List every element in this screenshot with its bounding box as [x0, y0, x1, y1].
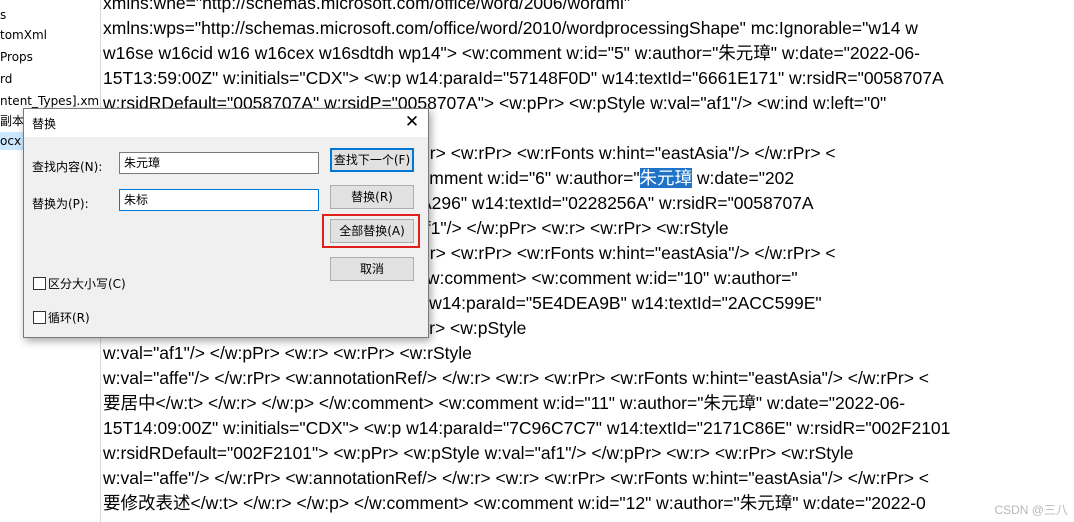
text-line: 要修改表述</w:t> </w:r> </w:p> </w:comment> <…: [103, 493, 926, 513]
find-input[interactable]: 朱元璋: [119, 152, 319, 174]
selected-match: 朱元璋: [639, 168, 693, 188]
find-next-button[interactable]: 查找下一个(F): [330, 148, 414, 172]
wrap-checkbox[interactable]: [33, 311, 46, 324]
close-icon[interactable]: ✕: [402, 112, 422, 132]
text-line: 要居中</w:t> </w:r> </w:p> </w:comment> <w:…: [103, 393, 906, 413]
replace-button[interactable]: 替换(R): [330, 185, 414, 209]
text-line-tail: w:date="202: [692, 168, 795, 188]
text-line: w:val="af1"/> </w:pPr> <w:r> <w:rPr> <w:…: [103, 343, 472, 363]
match-case-checkbox[interactable]: [33, 277, 46, 290]
find-label: 查找内容(N):: [32, 160, 103, 174]
text-line: xmlns:wne="http://schemas.microsoft.com/…: [103, 0, 631, 13]
tree-item[interactable]: Props: [0, 48, 33, 66]
text-line: w:val="affe"/> </w:rPr> <w:annotationRef…: [103, 468, 930, 488]
tree-item[interactable]: 副本: [0, 112, 24, 130]
replace-label: 替换为(P):: [32, 197, 89, 211]
text-line: w16se w16cid w16 w16cex w16sdtdh wp14"> …: [103, 43, 920, 63]
text-line: w:rsidRDefault="002F2101"> <w:pPr> <w:pS…: [103, 443, 854, 463]
watermark: CSDN @三八: [994, 503, 1068, 517]
cancel-button[interactable]: 取消: [330, 257, 414, 281]
text-line: 15T14:09:00Z" w:initials="CDX"> <w:p w14…: [103, 418, 951, 438]
tree-item[interactable]: tomXml: [0, 26, 47, 44]
tree-item[interactable]: s: [0, 6, 6, 24]
tree-item[interactable]: rd: [0, 70, 12, 88]
text-line: 15T13:59:00Z" w:initials="CDX"> <w:p w14…: [103, 68, 944, 88]
text-line: w:val="affe"/> </w:rPr> <w:annotationRef…: [103, 368, 930, 388]
dialog-title: 替换: [32, 117, 57, 131]
annotation-highlight-box: [322, 214, 420, 248]
dialog-titlebar[interactable]: 替换 ✕: [24, 109, 428, 137]
text-line: xmlns:wps="http://schemas.microsoft.com/…: [103, 18, 918, 38]
replace-input[interactable]: 朱标: [119, 189, 319, 211]
wrap-label: 循环(R): [48, 311, 90, 325]
replace-dialog: 替换 ✕ 查找内容(N): 朱元璋 替换为(P): 朱标 查找下一个(F) 替换…: [23, 108, 429, 338]
match-case-label: 区分大小写(C): [48, 277, 126, 291]
